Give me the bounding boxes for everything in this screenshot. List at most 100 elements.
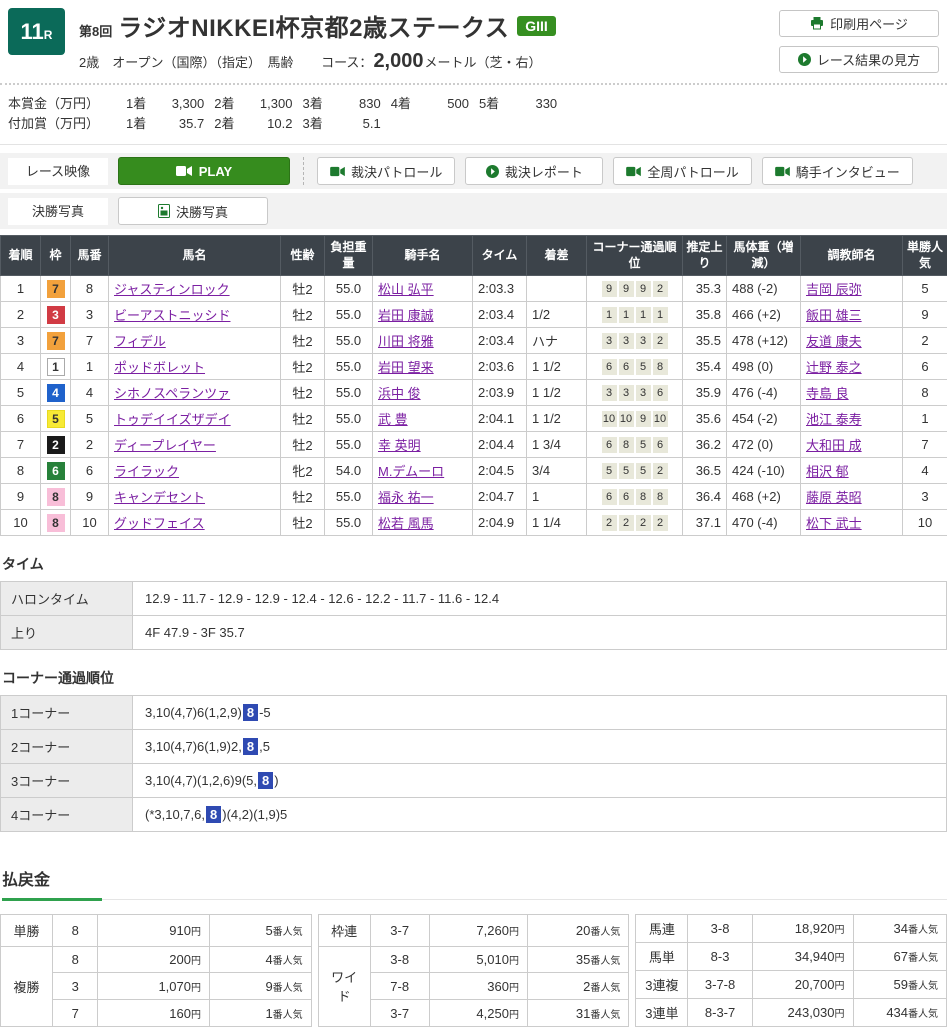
trainer-link[interactable]: 大和田 成 <box>806 438 862 453</box>
time: 2:04.9 <box>473 510 527 536</box>
amount: 20,700円 <box>752 971 853 999</box>
horse-no: 5 <box>71 406 109 432</box>
race-conditions: 2歳 オープン（国際）（指定） 馬齢 コース：2,000メートル（芝・右） <box>79 50 779 73</box>
trainer-link[interactable]: 池江 泰寿 <box>806 412 862 427</box>
jockey-link[interactable]: M.デムーロ <box>378 464 444 479</box>
highlighted-horse-8: 8 <box>206 806 221 823</box>
margin: 1 1/2 <box>527 354 587 380</box>
bracket-quinella-row: 枠連 3-7 7,260円 20番人気 <box>318 915 629 946</box>
print-page-button[interactable]: 印刷用ページ <box>779 10 939 37</box>
horse-link[interactable]: ディープレイヤー <box>114 438 216 453</box>
race-number-suffix: R <box>44 28 53 42</box>
frame-badge: 4 <box>47 384 65 402</box>
payout-table-bracket-wide: 枠連 3-7 7,260円 20番人気 ワイド 3-8 5,010円 35番人気… <box>318 914 630 1027</box>
time: 2:04.5 <box>473 458 527 484</box>
combination: 8 <box>53 915 98 946</box>
jockey-link[interactable]: 川田 将雅 <box>378 334 434 349</box>
results-guide-button[interactable]: レース結果の見方 <box>779 46 939 73</box>
play-button[interactable]: PLAY <box>118 157 290 185</box>
frame-badge: 2 <box>47 436 65 454</box>
trainer-link[interactable]: 辻野 泰之 <box>806 360 862 375</box>
jockey-link[interactable]: 松山 弘平 <box>378 282 434 297</box>
bet-type: 3連複 <box>636 971 688 999</box>
furlong-time-label: ハロンタイム <box>1 582 133 616</box>
horse-no: 1 <box>71 354 109 380</box>
jockey-link[interactable]: 浜中 俊 <box>378 386 421 401</box>
result-row: 5 4 4 シホノスペランツァ 牡2 55.0 浜中 俊 2:03.9 1 1/… <box>1 380 947 406</box>
amount: 34,940円 <box>752 943 853 971</box>
horse-no: 7 <box>71 328 109 354</box>
horse-link[interactable]: ポッドボレット <box>114 360 205 375</box>
jockey-link[interactable]: 岩田 康誠 <box>378 308 434 323</box>
margin <box>527 276 587 302</box>
weight-carried: 55.0 <box>325 302 373 328</box>
course-suffix: メートル（芝・右） <box>425 55 542 70</box>
last3f: 36.4 <box>683 484 727 510</box>
horse-link[interactable]: シホノスペランツァ <box>114 386 230 401</box>
payout-table-win-place: 単勝 8 910円 5番人気 複勝 8 200円 4番人気 3 1,070円 9… <box>0 914 312 1027</box>
favorite-rank: 34番人気 <box>853 915 947 943</box>
sex-age: 牡2 <box>281 406 325 432</box>
horse-no: 4 <box>71 380 109 406</box>
horse-link[interactable]: トゥデイイズザデイ <box>114 412 231 427</box>
amount: 5,010円 <box>429 946 527 973</box>
sex-age: 牡2 <box>281 302 325 328</box>
corner-row: 2コーナー 3,10(4,7)6(1,9)2,8,5 <box>1 730 947 764</box>
trainer-link[interactable]: 寺島 良 <box>806 386 849 401</box>
trainer-link[interactable]: 吉岡 辰弥 <box>806 282 862 297</box>
horse-link[interactable]: フィデル <box>114 334 166 349</box>
col-margin: 着差 <box>527 236 587 276</box>
jockey-link[interactable]: 武 豊 <box>378 412 408 427</box>
prize-place: 4着 <box>391 94 411 114</box>
horse-link[interactable]: ライラック <box>114 464 179 479</box>
frame-badge: 5 <box>47 410 65 428</box>
stewards-patrol-button[interactable]: 裁決パトロール <box>317 157 455 185</box>
horse-no: 3 <box>71 302 109 328</box>
bet-type: 複勝 <box>1 946 53 1027</box>
full-patrol-button[interactable]: 全周パトロール <box>613 157 751 185</box>
jockey-link[interactable]: 福永 祐一 <box>378 490 434 505</box>
col-time: タイム <box>473 236 527 276</box>
amount: 160円 <box>98 1000 210 1027</box>
last-furlongs-label: 上り <box>1 616 133 650</box>
time: 2:04.1 <box>473 406 527 432</box>
horse-link[interactable]: ビーアストニッシド <box>114 308 230 323</box>
horse-link[interactable]: ジャスティンロック <box>114 282 230 297</box>
finish-pos: 2 <box>1 302 41 328</box>
time: 2:04.4 <box>473 432 527 458</box>
horse-no: 9 <box>71 484 109 510</box>
trainer-link[interactable]: 藤原 英昭 <box>806 490 862 505</box>
media-section: レース映像 PLAY 裁決パトロール 裁決レポート 全周パトロール 騎手インタビ… <box>0 153 947 229</box>
trainer-link[interactable]: 相沢 郁 <box>806 464 849 479</box>
jockey-link[interactable]: 松若 風馬 <box>378 516 434 531</box>
favorite-rank: 59番人気 <box>853 971 947 999</box>
sex-age: 牝2 <box>281 458 325 484</box>
horse-link[interactable]: キャンデセント <box>114 490 205 505</box>
result-row: 9 8 9 キャンデセント 牡2 55.0 福永 祐一 2:04.7 1 668… <box>1 484 947 510</box>
body-weight: 470 (-4) <box>727 510 801 536</box>
video-camera-icon <box>176 165 192 177</box>
horse-link[interactable]: グッドフェイス <box>114 516 205 531</box>
trio-row: 3連複 3-7-8 20,700円 59番人気 <box>636 971 947 999</box>
highlighted-horse-8: 8 <box>243 738 258 755</box>
prize-place: 2着 <box>214 94 234 114</box>
payout-section: 払戻金 単勝 8 910円 5番人気 複勝 8 200円 4番人気 3 1,07… <box>0 866 947 1027</box>
stewards-patrol-label: 裁決パトロール <box>351 162 442 181</box>
jockey-interview-button[interactable]: 騎手インタビュー <box>762 157 913 185</box>
jockey-link[interactable]: 岩田 望来 <box>378 360 434 375</box>
jockey-link[interactable]: 幸 英明 <box>378 438 421 453</box>
amount: 243,030円 <box>752 999 853 1027</box>
stewards-report-button[interactable]: 裁決レポート <box>465 157 603 185</box>
trainer-link[interactable]: 松下 武士 <box>806 516 862 531</box>
amount: 1,070円 <box>98 973 210 1000</box>
trainer-link[interactable]: 友道 康夫 <box>806 334 862 349</box>
sex-age: 牡2 <box>281 510 325 536</box>
frame-badge: 8 <box>47 488 65 506</box>
last3f: 35.5 <box>683 328 727 354</box>
trainer-link[interactable]: 飯田 雄三 <box>806 308 862 323</box>
video-camera-icon <box>626 166 641 177</box>
result-row: 10 8 10 グッドフェイス 牡2 55.0 松若 風馬 2:04.9 1 1… <box>1 510 947 536</box>
col-last3f: 推定上り <box>683 236 727 276</box>
last3f: 37.1 <box>683 510 727 536</box>
finish-photo-button[interactable]: 決勝写真 <box>118 197 268 225</box>
